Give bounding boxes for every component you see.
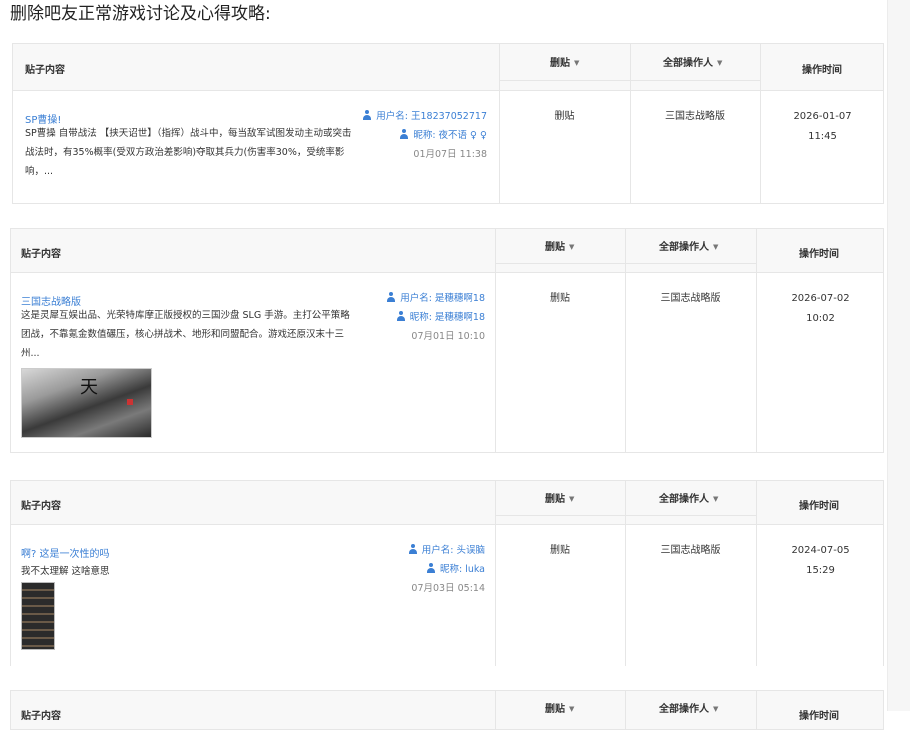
post-author-info: 用户名: 头误脑 昵称: luka 07月03日 05:14 [408, 541, 485, 598]
scrollbar-track[interactable] [887, 0, 910, 711]
post-table-4: 贴子内容 删贴 ▼ 全部操作人 ▼ 操作时间 [10, 690, 884, 730]
header-action[interactable]: 删贴 ▼ [550, 54, 579, 69]
post-table-3: 贴子内容 删贴 ▼ 全部操作人 ▼ 操作时间 啊? 这是一次性的吗 我不太理解 这啥… [10, 480, 884, 666]
table-header: 贴子内容 删贴 ▼ 全部操作人 ▼ 操作时间 [11, 481, 883, 525]
caret-down-icon: ▼ [569, 705, 575, 713]
nickname-link[interactable]: 昵称: 是穗穗啊18 [410, 312, 485, 323]
operator-cell: 三国志战略版 [660, 545, 721, 556]
header-operator[interactable]: 全部操作人 ▼ [663, 54, 722, 69]
post-title[interactable]: 啊? 这是一次性的吗 [21, 545, 110, 560]
user-icon [426, 563, 436, 573]
page-heading: 删除吧友正常游戏讨论及心得攻略: [10, 4, 271, 24]
header-operator[interactable]: 全部操作人 ▼ [659, 238, 718, 253]
caret-down-icon: ▼ [569, 243, 575, 251]
caret-down-icon: ▼ [574, 59, 580, 67]
caret-down-icon: ▼ [713, 495, 719, 503]
post-author-info: 用户名: 是穗穗啊18 昵称: 是穗穗啊18 07月01日 10:10 [386, 289, 485, 346]
post-table-1: 贴子内容 删贴 ▼ 全部操作人 ▼ 操作时间 SP曹操! SP曹操 自带战法 【挟天… [12, 43, 884, 204]
header-content: 贴子内容 [21, 711, 61, 722]
user-icon [396, 311, 406, 321]
username-link[interactable]: 用户名: 王18237052717 [376, 111, 487, 122]
post-table-2: 贴子内容 删贴 ▼ 全部操作人 ▼ 操作时间 三国志战略版 这是灵犀互娱出品、光荣特… [10, 228, 884, 453]
caret-down-icon: ▼ [713, 243, 719, 251]
caret-down-icon: ▼ [569, 495, 575, 503]
user-icon [399, 129, 409, 139]
op-date: 2026-01-07 [793, 111, 852, 122]
header-time: 操作时间 [799, 711, 839, 722]
post-time: 07月03日 05:14 [411, 583, 485, 594]
user-icon [408, 544, 418, 554]
header-content: 贴子内容 [21, 501, 61, 512]
operator-cell: 三国志战略版 [660, 293, 721, 304]
post-excerpt: 我不太理解 这啥意思 [21, 566, 110, 577]
header-operator[interactable]: 全部操作人 ▼ [659, 700, 718, 715]
header-operator[interactable]: 全部操作人 ▼ [659, 490, 718, 505]
post-time: 07月01日 10:10 [411, 331, 485, 342]
action-cell: 删贴 [550, 293, 570, 304]
op-date: 2024-07-05 [791, 545, 850, 556]
header-time: 操作时间 [802, 65, 842, 76]
header-content: 贴子内容 [21, 249, 61, 260]
username-link[interactable]: 用户名: 头误脑 [422, 545, 485, 556]
post-excerpt: 这是灵犀互娱出品、光荣特库摩正版授权的三国沙盘 SLG 手游。主打公平策略团战，… [21, 310, 350, 359]
caret-down-icon: ▼ [713, 705, 719, 713]
action-cell: 删贴 [550, 545, 570, 556]
table-header: 贴子内容 删贴 ▼ 全部操作人 ▼ 操作时间 [11, 229, 883, 273]
post-image[interactable]: 天 [21, 368, 152, 438]
header-action[interactable]: 删贴 ▼ [545, 490, 574, 505]
nickname-link[interactable]: 昵称: luka [440, 564, 485, 575]
header-time: 操作时间 [799, 249, 839, 260]
nickname-link[interactable]: 昵称: 夜不语 ♀ ♀ [413, 130, 487, 141]
caret-down-icon: ▼ [717, 59, 723, 67]
op-time: 11:45 [808, 131, 837, 142]
username-link[interactable]: 用户名: 是穗穗啊18 [400, 293, 485, 304]
operator-cell: 三国志战略版 [665, 111, 725, 122]
op-date: 2026-07-02 [791, 293, 850, 304]
table-header: 贴子内容 删贴 ▼ 全部操作人 ▼ 操作时间 [13, 44, 883, 91]
header-action[interactable]: 删贴 ▼ [545, 700, 574, 715]
user-icon [362, 110, 372, 120]
header-action[interactable]: 删贴 ▼ [545, 238, 574, 253]
post-excerpt: SP曹操 自带战法 【挟天诏世】（指挥）战斗中，每当敌军试图发动主动或突击战法时… [25, 128, 352, 177]
header-content: 贴子内容 [25, 65, 65, 76]
action-cell: 删贴 [554, 111, 575, 122]
header-time: 操作时间 [799, 501, 839, 512]
post-time: 01月07日 11:38 [413, 149, 487, 160]
op-time: 10:02 [806, 313, 835, 324]
op-time: 15:29 [806, 565, 835, 576]
user-icon [386, 292, 396, 302]
post-image[interactable] [21, 582, 55, 650]
post-author-info: 用户名: 王18237052717 昵称: 夜不语 ♀ ♀ 01月07日 11:… [362, 107, 487, 164]
